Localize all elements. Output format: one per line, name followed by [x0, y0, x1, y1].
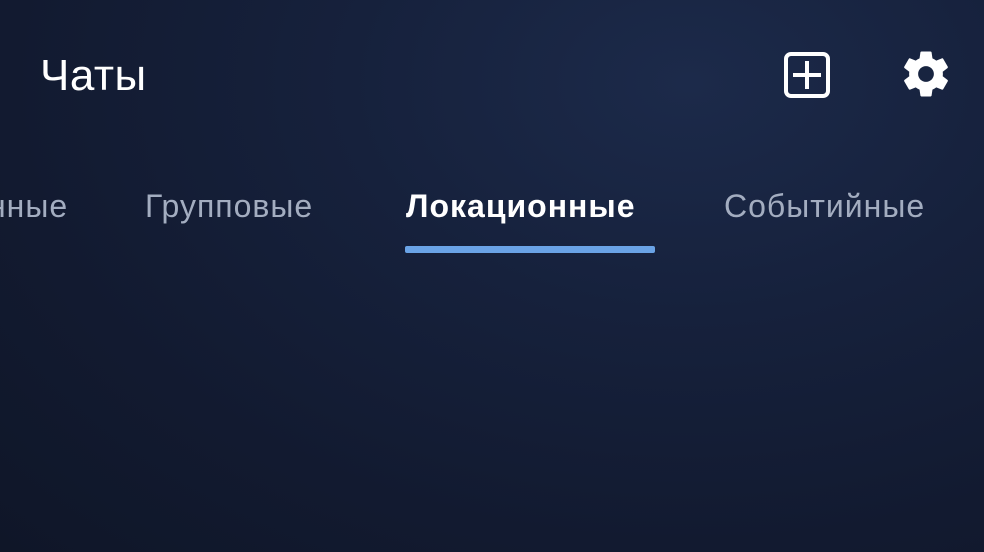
tab-events[interactable]: Событийные	[724, 186, 925, 226]
settings-button[interactable]	[898, 46, 954, 102]
plus-square-icon	[784, 52, 830, 98]
add-chat-button[interactable]	[780, 48, 834, 102]
tab-location[interactable]: Локационные	[406, 186, 635, 226]
top-bar: Чаты	[0, 0, 984, 150]
active-tab-indicator	[405, 246, 655, 253]
tab-private[interactable]: нные	[0, 186, 68, 226]
chat-tabs: нные Групповые Локационные Событийные	[0, 170, 984, 260]
tab-group[interactable]: Групповые	[145, 186, 313, 226]
chat-list-area	[0, 260, 984, 552]
page-title: Чаты	[40, 51, 147, 100]
gear-icon	[904, 51, 948, 97]
